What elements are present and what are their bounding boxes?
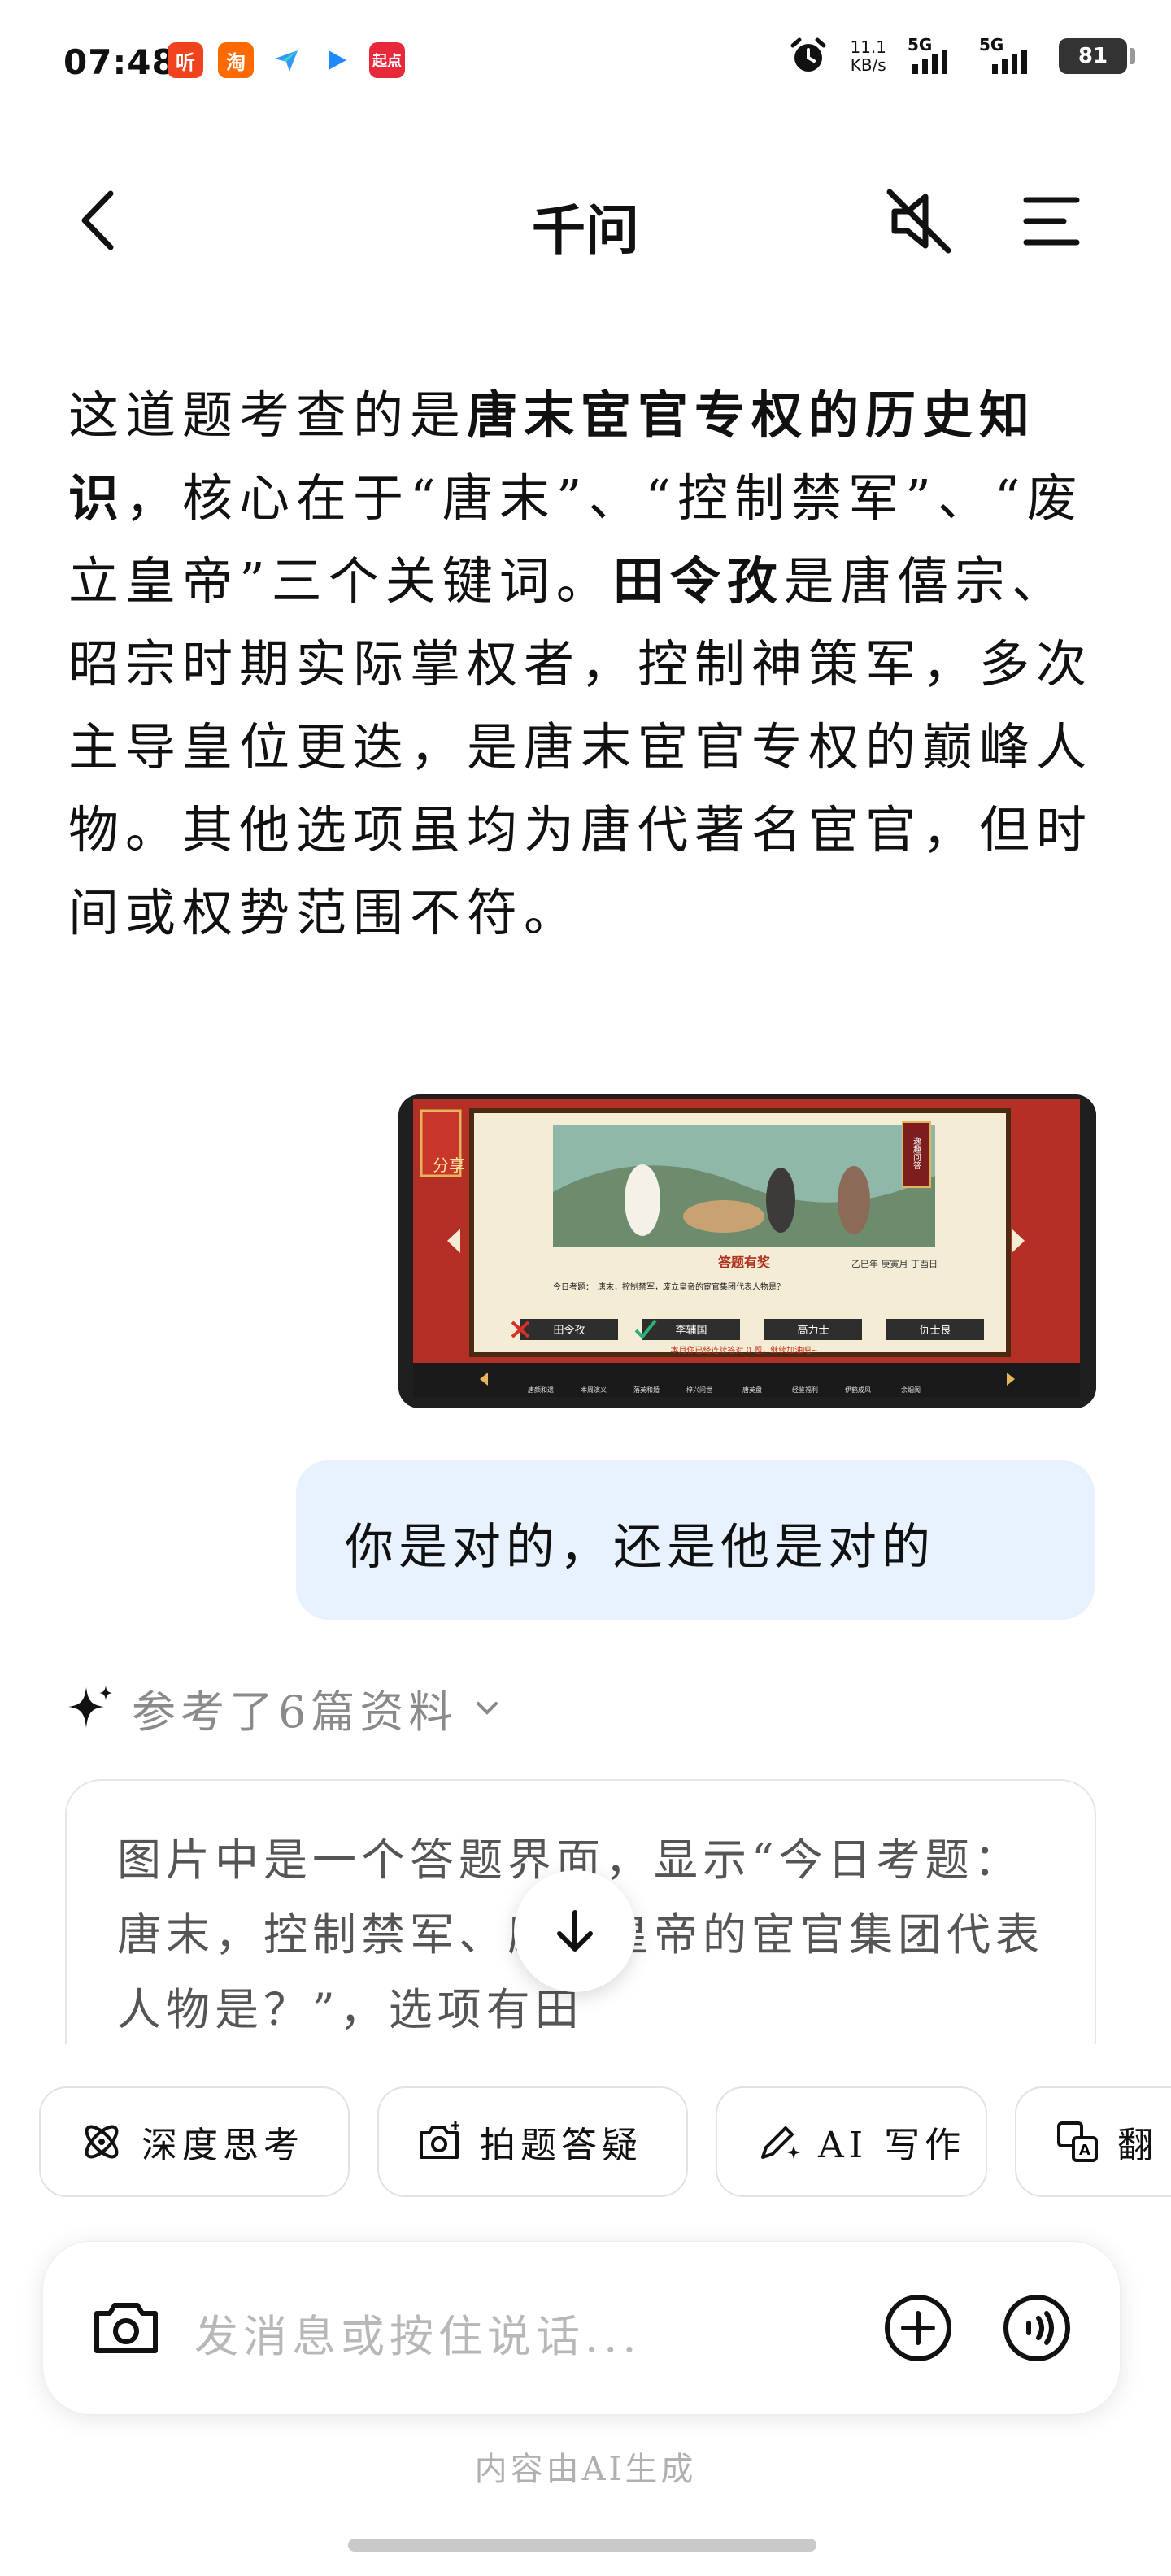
user-message-text: 你是对的，还是他是对的 bbox=[345, 1519, 935, 1576]
status-bar: 07:48 听 淘 起点 11.1 KB/s 5G 5G 81 bbox=[0, 0, 1171, 130]
atom-icon bbox=[85, 2125, 119, 2159]
taobao-app-icon: 淘 bbox=[218, 42, 254, 78]
shared-screenshot-image[interactable]: 分享 逸趣问答 答题有奖 乙巳年 庚寅月 丁酉日 今日考题： 唐末，控制禁军，废… bbox=[398, 1094, 1096, 1408]
network-speed-value: 11.1 bbox=[850, 37, 886, 57]
notification-icons: 听 淘 起点 bbox=[168, 42, 405, 78]
network-speed: 11.1 KB/s bbox=[850, 38, 886, 74]
speaker-muted-icon bbox=[886, 189, 951, 254]
signal-strength-icon: 5G bbox=[908, 35, 958, 74]
sim1-label: 5G bbox=[908, 35, 933, 54]
quick-action-chips: 深度思考 拍题答疑 AI 写作 A 翻 bbox=[0, 2044, 1171, 2207]
camera-button[interactable] bbox=[85, 2287, 167, 2369]
nav-item: 余烟阁 bbox=[901, 1386, 921, 1394]
nav-item: 梓兴问世 bbox=[686, 1386, 712, 1394]
mute-button[interactable] bbox=[878, 181, 960, 262]
voice-call-button[interactable] bbox=[996, 2287, 1077, 2369]
voice-wave-icon bbox=[1003, 2295, 1070, 2361]
answer-segment: 这道题考查的是 bbox=[68, 385, 468, 445]
nav-item: 本周演义 bbox=[581, 1386, 607, 1394]
chip-label: 拍题答疑 bbox=[480, 2125, 642, 2166]
play-app-icon bbox=[319, 42, 355, 78]
chip-translate[interactable]: A 翻 bbox=[1015, 2086, 1171, 2197]
network-speed-unit: KB/s bbox=[850, 55, 886, 75]
app-header: 千问 bbox=[0, 163, 1171, 276]
scroll-to-bottom-button[interactable] bbox=[514, 1870, 636, 1992]
chevron-down-icon bbox=[477, 1702, 498, 1715]
quiz-option: 田令孜 bbox=[553, 1325, 585, 1337]
feishu-app-icon bbox=[268, 42, 304, 78]
nav-item: 落英和婚 bbox=[633, 1386, 660, 1394]
chip-label: AI 写作 bbox=[818, 2125, 966, 2166]
camera-icon bbox=[94, 2303, 158, 2353]
nav-item: 伊鹤成风 bbox=[845, 1386, 871, 1394]
quiz-option: 李辅国 bbox=[675, 1325, 707, 1337]
signal-strength-icon-2: 5G bbox=[979, 35, 1038, 74]
user-message-bubble[interactable]: 你是对的，还是他是对的 bbox=[296, 1460, 1095, 1620]
svg-text:A: A bbox=[1079, 2142, 1090, 2159]
quiz-option: 高力士 bbox=[797, 1324, 829, 1337]
home-indicator[interactable] bbox=[348, 2539, 816, 2552]
translate-icon: A bbox=[1057, 2121, 1098, 2162]
pen-sparkle-icon bbox=[761, 2126, 800, 2159]
alarm-icon bbox=[790, 37, 826, 72]
quiz-option: 仇士良 bbox=[919, 1324, 951, 1337]
side-label: 逸趣问答 bbox=[912, 1137, 921, 1170]
quiz-date: 乙巳年 庚寅月 丁酉日 bbox=[851, 1258, 938, 1269]
quiz-banner: 答题有奖 bbox=[718, 1255, 771, 1270]
references-label: 参考了6篇资料 bbox=[132, 1686, 458, 1738]
chip-label: 深度思考 bbox=[141, 2125, 304, 2166]
battery-icon: 81 bbox=[1059, 38, 1135, 74]
plus-circle-icon bbox=[885, 2295, 951, 2361]
references-toggle[interactable]: 参考了6篇资料 bbox=[65, 1675, 501, 1740]
add-attachment-button[interactable] bbox=[877, 2287, 959, 2369]
nav-item: 唐颜和遗 bbox=[528, 1386, 554, 1394]
chip-deep-thinking[interactable]: 深度思考 bbox=[39, 2086, 350, 2197]
sim2-label: 5G bbox=[979, 35, 1004, 54]
menu-button[interactable] bbox=[1008, 181, 1090, 262]
quiz-game-screenshot: 分享 逸趣问答 答题有奖 乙巳年 庚寅月 丁酉日 今日考题： 唐末，控制禁军，废… bbox=[398, 1094, 1096, 1408]
nav-item: 经鉴福利 bbox=[792, 1386, 818, 1394]
system-status-icons: 11.1 KB/s 5G 5G 81 bbox=[788, 35, 1135, 76]
assistant-answer: 这道题考查的是唐末宦官专权的历史知识，核心在于“唐末”、“控制禁军”、“废立皇帝… bbox=[68, 374, 1101, 955]
sparkle-icon bbox=[68, 1686, 112, 1728]
quiz-footer: 本月你已经连续答对 0 题，继续加油吧~ bbox=[670, 1345, 817, 1355]
chip-photo-question[interactable]: 拍题答疑 bbox=[377, 2086, 688, 2197]
message-input-bar: 发消息或按住说话... bbox=[42, 2241, 1121, 2415]
ai-disclaimer: 内容由AI生成 bbox=[474, 2451, 697, 2488]
camera-plus-icon bbox=[420, 2121, 459, 2159]
nav-item: 唐英盘 bbox=[742, 1386, 762, 1394]
menu-lines-icon bbox=[1023, 197, 1080, 246]
status-time: 07:48 bbox=[63, 42, 176, 82]
chip-label: 翻 bbox=[1117, 2125, 1158, 2166]
listen-app-icon: 听 bbox=[168, 42, 203, 78]
chip-ai-writing[interactable]: AI 写作 bbox=[716, 2086, 987, 2197]
message-input[interactable]: 发消息或按住说话... bbox=[194, 2300, 642, 2365]
arrow-down-icon bbox=[557, 1910, 593, 1952]
page-title: 千问 bbox=[532, 199, 639, 262]
answer-segment-bold: 田令孜 bbox=[612, 551, 784, 611]
share-label: 分享 bbox=[433, 1155, 465, 1175]
qidian-app-icon: 起点 bbox=[369, 42, 405, 78]
quiz-question: 今日考题： 唐末，控制禁军，废立皇帝的宦官集团代表人物是？ bbox=[553, 1281, 785, 1292]
